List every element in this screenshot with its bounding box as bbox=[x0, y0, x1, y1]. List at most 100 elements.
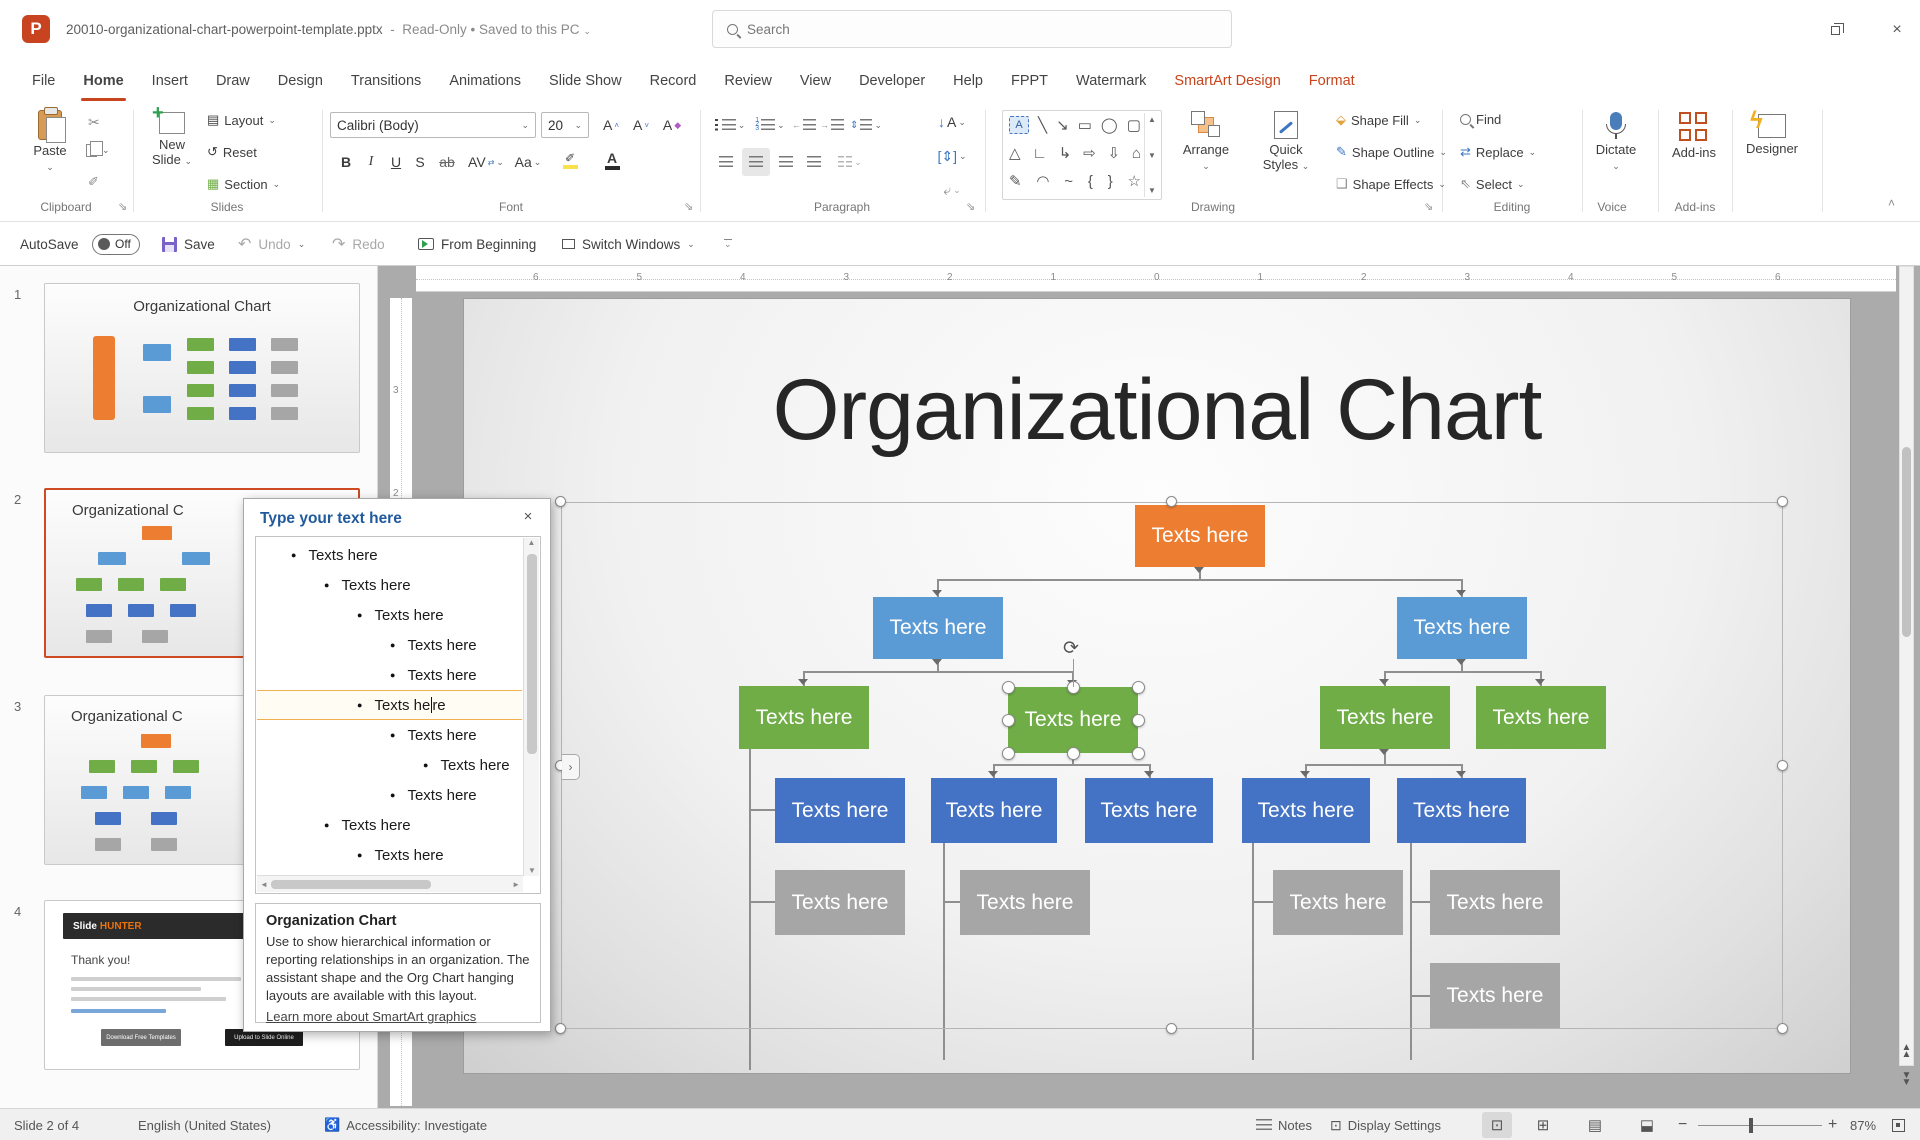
fit-to-window-button[interactable] bbox=[1892, 1109, 1905, 1140]
layout-button[interactable]: ▤Layout⌄ bbox=[207, 112, 276, 128]
text-direction-button[interactable]: ↓A⌄ bbox=[930, 110, 974, 134]
format-painter-button[interactable]: ✐ bbox=[88, 174, 99, 190]
text-pane-item[interactable]: ●Texts here bbox=[257, 780, 522, 810]
resize-handle[interactable] bbox=[1166, 496, 1177, 507]
convert-to-smartart-button[interactable]: ⤶⌄ bbox=[930, 178, 974, 202]
arrow-shape-icon[interactable]: ↘ bbox=[1056, 116, 1069, 134]
restore-window-button[interactable] bbox=[1818, 18, 1852, 42]
align-left-button[interactable] bbox=[714, 150, 738, 174]
tab-design[interactable]: Design bbox=[264, 58, 337, 104]
copy-button[interactable]: ⌄ bbox=[86, 144, 110, 157]
drawing-dialog-launcher-icon[interactable]: ⇘ bbox=[1424, 200, 1433, 213]
shapes-gallery[interactable]: A ╲ ↘ ▭ ◯ ▢ △ ∟ ↳ ⇨ ⇩ ⌂ ✎ ◠ ~ { } ☆ ▲▼▼ bbox=[1002, 110, 1162, 200]
slide-title[interactable]: Organizational Chart bbox=[464, 361, 1850, 460]
tab-view[interactable]: View bbox=[786, 58, 845, 104]
arrange-button[interactable]: Arrange⌄ bbox=[1170, 108, 1242, 174]
close-window-button[interactable]: × bbox=[1880, 18, 1914, 42]
notes-button[interactable]: Notes bbox=[1256, 1109, 1312, 1140]
tab-developer[interactable]: Developer bbox=[845, 58, 939, 104]
tab-record[interactable]: Record bbox=[636, 58, 711, 104]
resize-handle[interactable] bbox=[1777, 760, 1788, 771]
autosave-toggle[interactable]: Off bbox=[92, 222, 140, 266]
justify-button[interactable] bbox=[802, 150, 826, 174]
undo-button[interactable]: ↶Undo⌄ bbox=[238, 222, 305, 266]
oval-shape-icon[interactable]: ◯ bbox=[1101, 116, 1118, 134]
align-center-button[interactable] bbox=[742, 148, 770, 176]
scroll-right-icon[interactable]: ► bbox=[512, 880, 520, 889]
increase-indent-button[interactable]: → bbox=[820, 113, 844, 137]
redo-button[interactable]: ↷Redo bbox=[332, 222, 385, 266]
zoom-out-button[interactable]: − bbox=[1678, 1109, 1687, 1140]
next-slide-button[interactable]: ▼▼ bbox=[1898, 1072, 1915, 1086]
text-pane-item[interactable]: ●Texts here bbox=[257, 840, 522, 870]
font-name-select[interactable]: Calibri (Body)⌄ bbox=[330, 112, 536, 138]
replace-button[interactable]: ⇄Replace⌄ bbox=[1460, 144, 1536, 160]
tab-review[interactable]: Review bbox=[710, 58, 786, 104]
tab-format[interactable]: Format bbox=[1295, 58, 1369, 104]
shape-effects-button[interactable]: ❑Shape Effects⌄ bbox=[1336, 176, 1446, 192]
bold-button[interactable]: B bbox=[336, 150, 356, 174]
text-pane-item[interactable]: ●Texts here bbox=[257, 690, 522, 720]
customize-qat-button[interactable]: ⌄ bbox=[724, 222, 732, 266]
tab-help[interactable]: Help bbox=[939, 58, 997, 104]
text-pane-toggle-button[interactable]: › bbox=[562, 754, 580, 780]
zoom-slider-thumb[interactable] bbox=[1749, 1118, 1753, 1133]
star-shape-icon[interactable]: ☆ bbox=[1128, 172, 1141, 190]
change-case-button[interactable]: Aa⌄ bbox=[510, 150, 546, 174]
rectangle-shape-icon[interactable]: ▭ bbox=[1078, 116, 1092, 134]
slide-thumbnail-1[interactable]: Organizational Chart bbox=[44, 283, 360, 453]
save-button[interactable]: Save bbox=[162, 222, 215, 266]
tab-slide-show[interactable]: Slide Show bbox=[535, 58, 636, 104]
text-pane-item[interactable]: ●Texts here bbox=[257, 600, 522, 630]
tab-smartart-design[interactable]: SmartArt Design bbox=[1160, 58, 1294, 104]
underline-button[interactable]: U bbox=[386, 150, 406, 174]
tab-transitions[interactable]: Transitions bbox=[337, 58, 435, 104]
line-shape-icon[interactable]: ╲ bbox=[1038, 116, 1047, 134]
addins-button[interactable]: Add-ins bbox=[1658, 108, 1730, 160]
gallery-scroll-up-icon[interactable]: ▲ bbox=[1148, 115, 1156, 124]
columns-button[interactable]: ⌄ bbox=[834, 150, 866, 174]
text-pane-list[interactable]: ●Texts here●Texts here●Texts here●Texts … bbox=[255, 536, 541, 894]
shape-outline-button[interactable]: ✎Shape Outline⌄ bbox=[1336, 144, 1447, 160]
font-dialog-launcher-icon[interactable]: ⇘ bbox=[684, 200, 693, 213]
text-pane-item[interactable]: ●Texts here bbox=[257, 570, 522, 600]
scroll-left-icon[interactable]: ◄ bbox=[260, 880, 268, 889]
language-indicator[interactable]: English (United States) bbox=[138, 1109, 271, 1140]
shape-fill-button[interactable]: ⬙Shape Fill⌄ bbox=[1336, 112, 1421, 128]
display-settings-button[interactable]: ⊡Display Settings bbox=[1330, 1109, 1441, 1140]
text-pane-item[interactable]: ●Texts here bbox=[257, 660, 522, 690]
smartart-selection-frame[interactable] bbox=[561, 502, 1783, 1029]
curve-shape-icon[interactable]: ~ bbox=[1064, 173, 1073, 190]
switch-windows-button[interactable]: Switch Windows⌄ bbox=[562, 222, 695, 266]
text-pane-vertical-scrollbar[interactable]: ▲▼ bbox=[523, 538, 539, 876]
clear-formatting-button[interactable]: A◆ bbox=[658, 113, 686, 137]
paragraph-dialog-launcher-icon[interactable]: ⇘ bbox=[966, 200, 975, 213]
strikethrough-button[interactable]: ab bbox=[434, 150, 460, 174]
elbow-arrow-connector-icon[interactable]: ↳ bbox=[1059, 144, 1072, 162]
paste-button[interactable]: Paste⌄ bbox=[14, 108, 86, 175]
tab-fppt[interactable]: FPPT bbox=[997, 58, 1062, 104]
decrease-font-size-button[interactable]: A˅ bbox=[628, 113, 654, 137]
close-icon[interactable]: × bbox=[518, 508, 538, 525]
resize-handle[interactable] bbox=[1166, 1023, 1177, 1034]
right-brace-shape-icon[interactable]: } bbox=[1108, 173, 1113, 190]
line-spacing-button[interactable]: ⇕⌄ bbox=[850, 113, 882, 137]
font-color-button[interactable]: A bbox=[594, 148, 630, 172]
text-pane-item[interactable]: ●Texts here bbox=[257, 750, 522, 780]
tab-file[interactable]: File bbox=[18, 58, 69, 104]
bullets-button[interactable]: ⌄ bbox=[714, 113, 746, 137]
arc-shape-icon[interactable]: ◠ bbox=[1036, 172, 1049, 190]
freeform-shape-icon[interactable]: ✎ bbox=[1009, 172, 1022, 190]
text-pane-item[interactable]: ●Texts here bbox=[257, 630, 522, 660]
align-right-button[interactable] bbox=[774, 150, 798, 174]
slide-counter[interactable]: Slide 2 of 4 bbox=[14, 1109, 79, 1140]
resize-handle[interactable] bbox=[1777, 1023, 1788, 1034]
zoom-slider-track[interactable] bbox=[1698, 1125, 1822, 1126]
numbering-button[interactable]: 123⌄ bbox=[754, 113, 786, 137]
increase-font-size-button[interactable]: A˄ bbox=[598, 113, 624, 137]
reset-button[interactable]: ↺Reset bbox=[207, 144, 257, 160]
scrollbar-thumb[interactable] bbox=[271, 880, 431, 889]
designer-button[interactable]: Designer bbox=[1736, 108, 1808, 156]
clipboard-dialog-launcher-icon[interactable]: ⇘ bbox=[118, 200, 127, 213]
align-text-button[interactable]: [⇕]⌄ bbox=[930, 144, 974, 168]
